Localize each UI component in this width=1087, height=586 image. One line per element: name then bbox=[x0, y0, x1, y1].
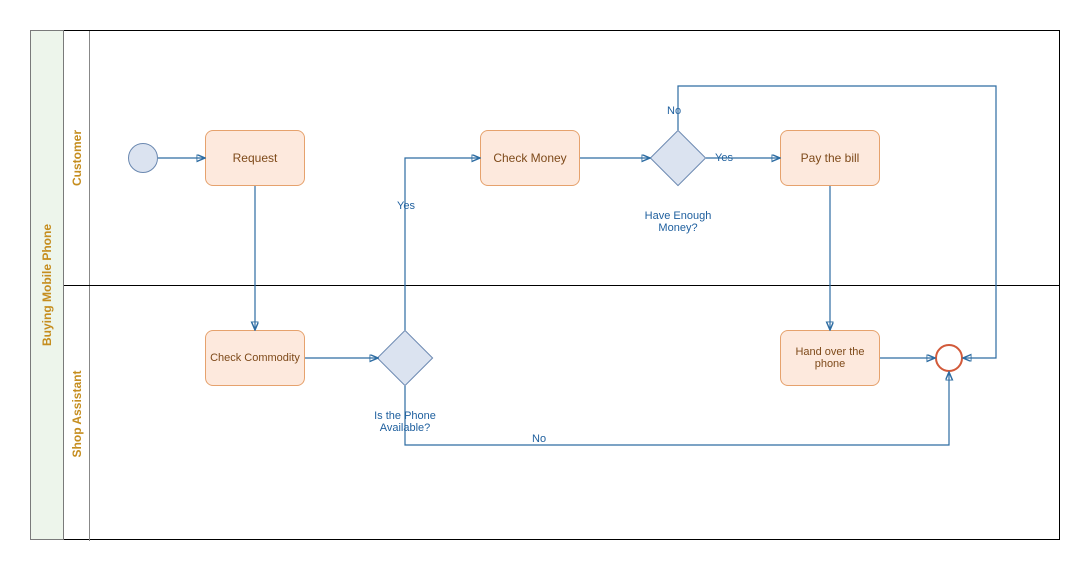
lane-assistant-title: Shop Assistant bbox=[70, 370, 84, 457]
edge-label-no-phone: No bbox=[530, 433, 548, 445]
lane-customer-title: Customer bbox=[70, 130, 84, 186]
edge-label-yes-money: Yes bbox=[713, 152, 735, 164]
edge-label-no-money: No bbox=[665, 105, 683, 117]
task-request: Request bbox=[205, 130, 305, 186]
task-pay-bill: Pay the bill bbox=[780, 130, 880, 186]
bpmn-pool: Buying Mobile Phone Customer Shop Assist… bbox=[30, 30, 1060, 540]
start-event bbox=[128, 143, 158, 173]
task-check-commodity-label: Check Commodity bbox=[210, 352, 300, 364]
lane-customer-title-bar: Customer bbox=[64, 31, 90, 285]
task-hand-over: Hand over the phone bbox=[780, 330, 880, 386]
edge-label-yes-phone: Yes bbox=[395, 200, 417, 212]
pool-title-bar: Buying Mobile Phone bbox=[30, 30, 64, 540]
end-event bbox=[935, 344, 963, 372]
gateway-enough-money-label: Have Enough Money? bbox=[628, 210, 728, 234]
task-request-label: Request bbox=[233, 151, 278, 165]
lane-assistant-title-bar: Shop Assistant bbox=[64, 286, 90, 541]
gateway-phone-available-label: Is the Phone Available? bbox=[355, 410, 455, 434]
task-hand-over-label: Hand over the phone bbox=[785, 346, 875, 370]
task-check-commodity: Check Commodity bbox=[205, 330, 305, 386]
lane-assistant: Shop Assistant bbox=[64, 286, 1059, 541]
task-check-money-label: Check Money bbox=[493, 151, 566, 165]
task-check-money: Check Money bbox=[480, 130, 580, 186]
task-pay-bill-label: Pay the bill bbox=[801, 151, 860, 165]
pool-title: Buying Mobile Phone bbox=[40, 224, 54, 346]
pool-lanes: Customer Shop Assistant bbox=[64, 30, 1060, 540]
